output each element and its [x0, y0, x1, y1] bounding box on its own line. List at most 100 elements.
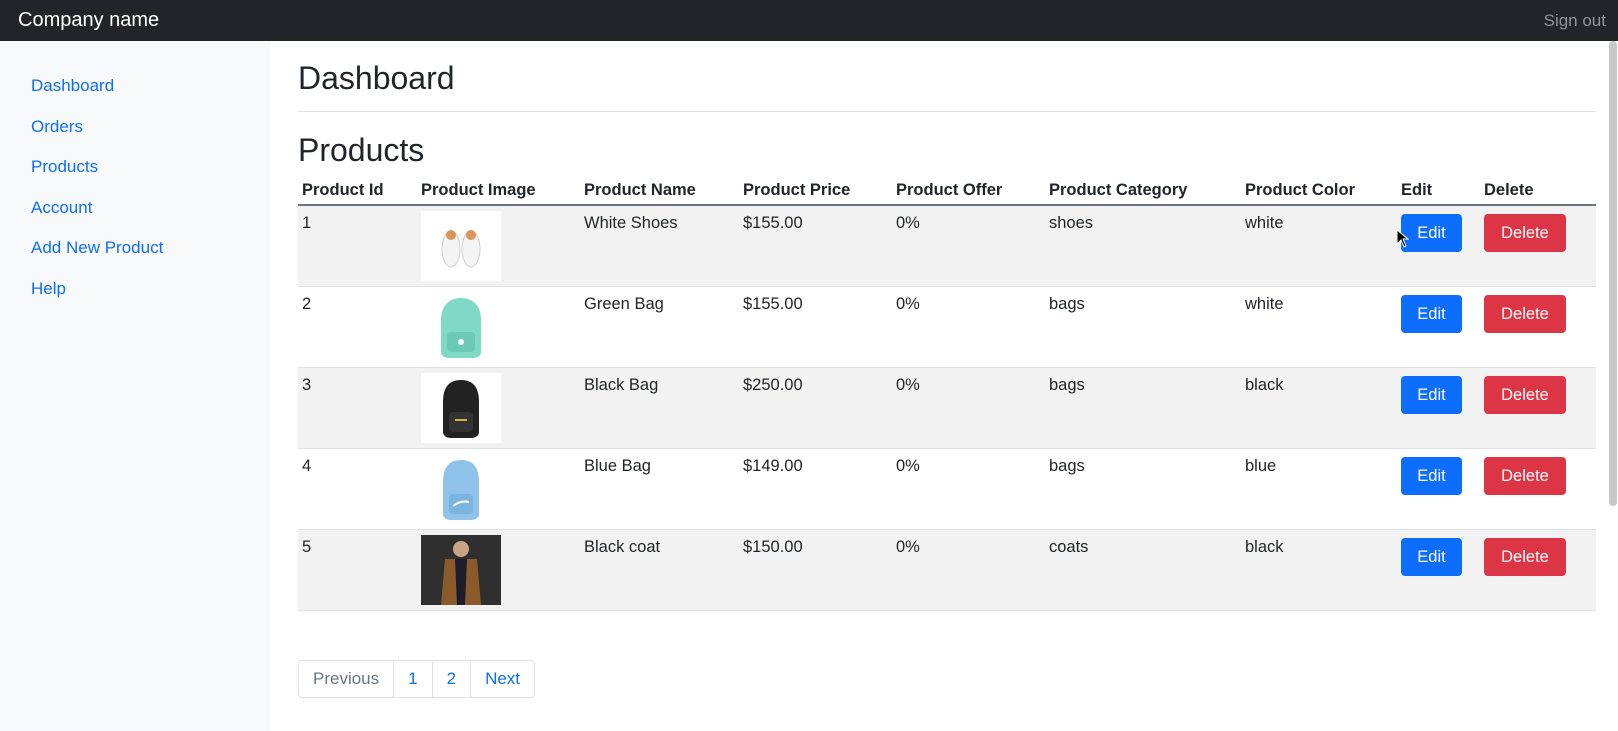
cell-delete: Delete [1480, 367, 1596, 449]
delete-button[interactable]: Delete [1484, 538, 1566, 576]
cell-delete: Delete [1480, 448, 1596, 530]
cell-product-name: White Shoes [580, 205, 739, 287]
header-product-category: Product Category [1045, 176, 1241, 206]
sidebar: Dashboard Orders Products Account Add Ne… [0, 41, 270, 731]
sidebar-item-products: Products [0, 147, 270, 188]
cell-product-color: white [1241, 286, 1397, 368]
cell-product-image [417, 529, 580, 611]
header-product-color: Product Color [1241, 176, 1397, 206]
cell-product-price: $150.00 [739, 529, 892, 611]
cell-product-offer: 0% [892, 205, 1045, 287]
cell-product-name: Blue Bag [580, 448, 739, 530]
cell-product-category: bags [1045, 286, 1241, 368]
section-title: Products [298, 132, 425, 168]
delete-button[interactable]: Delete [1484, 295, 1566, 333]
cell-product-offer: 0% [892, 448, 1045, 530]
table-row: 3 Black Bag $250.00 0% bags black Edit D… [298, 367, 1596, 449]
delete-button[interactable]: Delete [1484, 214, 1566, 252]
cell-product-name: Green Bag [580, 286, 739, 368]
cell-product-id: 5 [298, 529, 417, 611]
cell-product-price: $250.00 [739, 367, 892, 449]
sidebar-item-add-new-product: Add New Product [0, 228, 270, 269]
cell-product-category: bags [1045, 367, 1241, 449]
table-row: 4 Blue Bag $149.00 0% bags blue Edit Del… [298, 448, 1596, 530]
top-navbar: Company name Sign out [0, 0, 1618, 41]
cell-product-id: 3 [298, 367, 417, 449]
sidebar-link-add-new-product[interactable]: Add New Product [31, 238, 163, 258]
cell-product-image [417, 286, 580, 368]
cell-product-price: $155.00 [739, 286, 892, 368]
header-product-image: Product Image [417, 176, 580, 206]
green-bag-icon [421, 292, 501, 362]
brand-name[interactable]: Company name [18, 9, 159, 32]
pagination-next[interactable]: Next [470, 661, 534, 697]
main-content: Dashboard Products Product Id Product Im… [298, 41, 1596, 611]
cell-product-id: 4 [298, 448, 417, 530]
cell-product-image [417, 448, 580, 530]
cell-product-color: black [1241, 529, 1397, 611]
sidebar-link-dashboard[interactable]: Dashboard [31, 76, 114, 96]
header-edit: Edit [1397, 176, 1480, 206]
sidebar-item-orders: Orders [0, 107, 270, 148]
header-product-id: Product Id [298, 176, 417, 206]
blue-bag-icon [421, 454, 501, 524]
cell-product-id: 1 [298, 205, 417, 287]
delete-button[interactable]: Delete [1484, 457, 1566, 495]
sidebar-item-dashboard: Dashboard [0, 66, 270, 107]
cell-edit: Edit [1397, 286, 1480, 368]
delete-button[interactable]: Delete [1484, 376, 1566, 414]
title-divider [298, 111, 1596, 112]
edit-button[interactable]: Edit [1401, 376, 1462, 414]
cell-product-category: shoes [1045, 205, 1241, 287]
sidebar-item-help: Help [0, 269, 270, 310]
pagination-previous[interactable]: Previous [299, 661, 393, 697]
cell-product-category: coats [1045, 529, 1241, 611]
cell-product-price: $149.00 [739, 448, 892, 530]
table-row: 2 Green Bag $155.00 0% bags white Edit D… [298, 286, 1596, 368]
header-product-name: Product Name [580, 176, 739, 206]
edit-button[interactable]: Edit [1401, 538, 1462, 576]
cell-product-color: black [1241, 367, 1397, 449]
cell-delete: Delete [1480, 205, 1596, 287]
cell-edit: Edit [1397, 529, 1480, 611]
sidebar-link-orders[interactable]: Orders [31, 117, 83, 137]
edit-button[interactable]: Edit [1401, 457, 1462, 495]
cell-product-offer: 0% [892, 367, 1045, 449]
white-shoes-icon [421, 211, 501, 281]
cell-product-category: bags [1045, 448, 1241, 530]
sidebar-link-products[interactable]: Products [31, 157, 98, 177]
cell-delete: Delete [1480, 529, 1596, 611]
sign-out-link[interactable]: Sign out [1544, 11, 1606, 31]
sidebar-item-account: Account [0, 188, 270, 229]
cell-product-image [417, 367, 580, 449]
pagination-page-1[interactable]: 1 [393, 661, 431, 697]
header-product-price: Product Price [739, 176, 892, 206]
mouse-cursor-icon [1396, 228, 1410, 253]
black-coat-icon [421, 535, 501, 605]
cell-product-image [417, 205, 580, 287]
header-product-offer: Product Offer [892, 176, 1045, 206]
page-title: Dashboard [298, 60, 455, 96]
cell-product-color: blue [1241, 448, 1397, 530]
sidebar-link-account[interactable]: Account [31, 198, 92, 218]
cell-edit: Edit [1397, 205, 1480, 287]
cell-product-name: Black coat [580, 529, 739, 611]
cell-delete: Delete [1480, 286, 1596, 368]
header-delete: Delete [1480, 176, 1596, 206]
cell-product-offer: 0% [892, 529, 1045, 611]
table-header-row: Product Id Product Image Product Name Pr… [298, 176, 1596, 206]
cell-product-price: $155.00 [739, 205, 892, 287]
cell-product-id: 2 [298, 286, 417, 368]
cell-edit: Edit [1397, 367, 1480, 449]
edit-button[interactable]: Edit [1401, 295, 1462, 333]
pagination-page-2[interactable]: 2 [431, 661, 470, 697]
cell-product-offer: 0% [892, 286, 1045, 368]
black-bag-icon [421, 373, 501, 443]
sidebar-link-help[interactable]: Help [31, 279, 66, 299]
cell-edit: Edit [1397, 448, 1480, 530]
cell-product-color: white [1241, 205, 1397, 287]
vertical-scrollbar[interactable] [1609, 41, 1617, 506]
table-row: 5 Black coat $150.00 0% coats black Edit… [298, 529, 1596, 611]
pagination: Previous 1 2 Next [298, 660, 536, 698]
edit-button[interactable]: Edit [1401, 214, 1462, 252]
